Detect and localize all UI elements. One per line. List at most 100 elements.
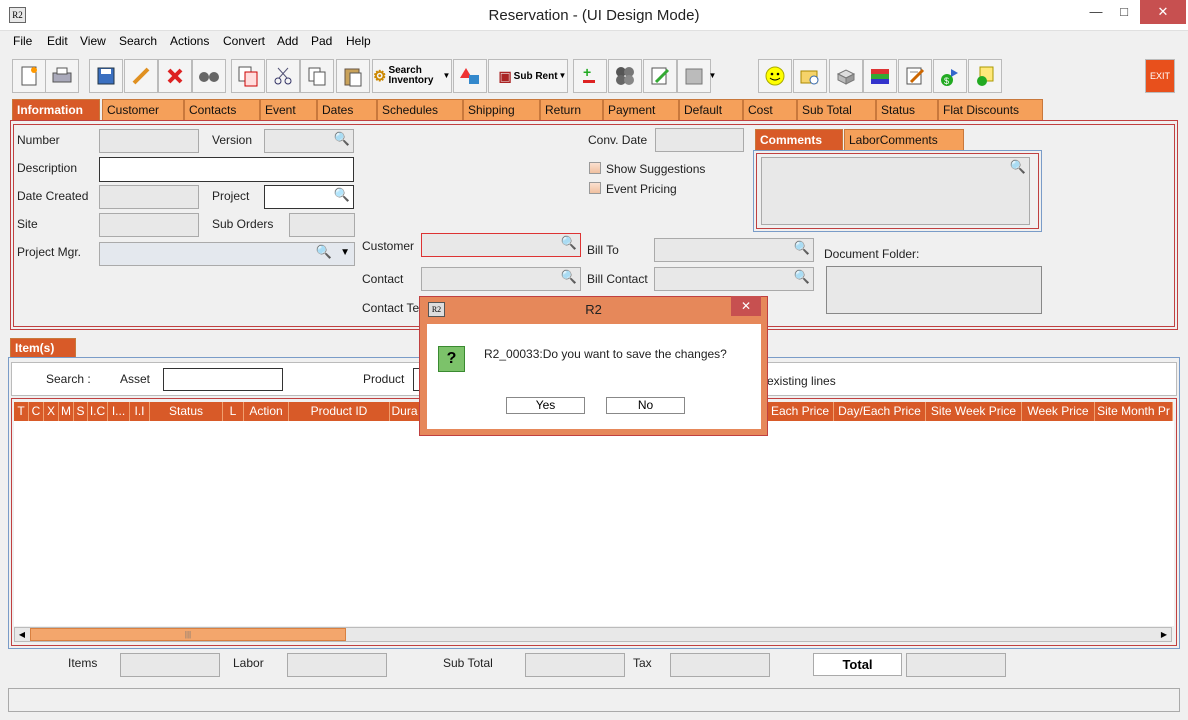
col-ii[interactable]: I.I bbox=[130, 402, 150, 421]
menu-add[interactable]: Add bbox=[277, 34, 298, 48]
event-pricing-checkbox[interactable] bbox=[589, 182, 601, 194]
close-window-button[interactable]: ✕ bbox=[1140, 0, 1186, 24]
version-field[interactable]: 🔍 bbox=[264, 129, 354, 153]
asset-input[interactable] bbox=[163, 368, 283, 391]
col-t[interactable]: T bbox=[14, 402, 29, 421]
calendar-icon[interactable] bbox=[677, 59, 711, 93]
project-search-icon[interactable]: 🔍 bbox=[334, 187, 350, 203]
show-suggestions-checkbox[interactable] bbox=[589, 162, 601, 174]
project-mgr-search-icon[interactable]: 🔍 bbox=[316, 244, 332, 260]
menu-help[interactable]: Help bbox=[346, 34, 371, 48]
money-note-icon[interactable] bbox=[968, 59, 1002, 93]
document-folder-field[interactable] bbox=[826, 266, 1042, 314]
exit-button[interactable]: EXIT bbox=[1145, 59, 1175, 93]
conv-date-field[interactable] bbox=[655, 128, 744, 152]
contact-field[interactable]: 🔍 bbox=[421, 267, 581, 291]
shapes-icon[interactable] bbox=[453, 59, 487, 93]
description-field[interactable] bbox=[99, 157, 354, 182]
menu-edit[interactable]: Edit bbox=[47, 34, 68, 48]
tab-default[interactable]: Default bbox=[679, 99, 743, 120]
tab-customer[interactable]: Customer bbox=[102, 99, 184, 120]
form-edit-icon[interactable] bbox=[898, 59, 932, 93]
col-s[interactable]: S bbox=[74, 402, 88, 421]
comments-textarea[interactable]: 🔍 bbox=[761, 157, 1030, 225]
menu-search[interactable]: Search bbox=[119, 34, 157, 48]
chevron-down-icon[interactable]: ▼ bbox=[340, 247, 350, 258]
binoculars-icon[interactable] bbox=[192, 59, 226, 93]
scroll-right-icon[interactable]: ▶ bbox=[1158, 629, 1170, 640]
tab-dates[interactable]: Dates bbox=[317, 99, 377, 120]
menu-file[interactable]: File bbox=[13, 34, 32, 48]
menu-pad[interactable]: Pad bbox=[311, 34, 332, 48]
project-mgr-select[interactable]: 🔍 ▼ bbox=[99, 242, 355, 266]
print-icon[interactable] bbox=[45, 59, 79, 93]
money-transfer-icon[interactable]: $ bbox=[933, 59, 967, 93]
tab-comments[interactable]: Comments bbox=[755, 129, 843, 150]
calendar-dropdown[interactable]: ▼ bbox=[708, 59, 717, 93]
tab-return[interactable]: Return bbox=[540, 99, 603, 120]
tab-flat-discounts[interactable]: Flat Discounts bbox=[938, 99, 1043, 120]
search-inventory-dropdown[interactable]: ▼ bbox=[442, 59, 451, 93]
col-m[interactable]: M bbox=[59, 402, 74, 421]
paste-icon[interactable] bbox=[336, 59, 370, 93]
date-created-field[interactable] bbox=[99, 185, 199, 209]
version-search-icon[interactable]: 🔍 bbox=[334, 131, 350, 147]
edit-icon[interactable] bbox=[124, 59, 158, 93]
tab-sub-total[interactable]: Sub Total bbox=[797, 99, 876, 120]
sub-rent-button[interactable]: ▣ Sub Rent bbox=[488, 59, 568, 93]
copy-convert-icon[interactable] bbox=[231, 59, 265, 93]
tab-labor-comments[interactable]: LaborComments bbox=[844, 129, 964, 150]
bill-to-search-icon[interactable]: 🔍 bbox=[794, 240, 810, 256]
col-duration[interactable]: Dura bbox=[390, 402, 420, 421]
balls-icon[interactable] bbox=[608, 59, 642, 93]
tab-cost[interactable]: Cost bbox=[743, 99, 797, 120]
col-action[interactable]: Action bbox=[244, 402, 289, 421]
col-site-month-price[interactable]: Site Month Pr bbox=[1095, 402, 1173, 421]
items-grid-body[interactable] bbox=[14, 421, 1174, 626]
col-status[interactable]: Status bbox=[150, 402, 223, 421]
menu-view[interactable]: View bbox=[80, 34, 106, 48]
tab-schedules[interactable]: Schedules bbox=[377, 99, 463, 120]
notes-icon[interactable] bbox=[643, 59, 677, 93]
tab-status[interactable]: Status bbox=[876, 99, 938, 120]
cube-icon[interactable] bbox=[829, 59, 863, 93]
spreadsheet-icon[interactable] bbox=[863, 59, 897, 93]
col-c[interactable]: C bbox=[29, 402, 44, 421]
sub-rent-dropdown[interactable]: ▼ bbox=[558, 59, 567, 93]
minimize-button[interactable]: — bbox=[1082, 0, 1110, 24]
copy-icon[interactable] bbox=[300, 59, 334, 93]
tab-items[interactable]: Item(s) bbox=[10, 338, 76, 357]
col-day-each-price[interactable]: Day/Each Price bbox=[834, 402, 926, 421]
tab-information[interactable]: Information bbox=[12, 99, 100, 120]
maximize-button[interactable]: □ bbox=[1110, 0, 1138, 24]
menu-convert[interactable]: Convert bbox=[223, 34, 265, 48]
scrollbar-thumb[interactable]: ||| bbox=[30, 628, 346, 641]
add-remove-icon[interactable]: + bbox=[573, 59, 607, 93]
contact-search-icon[interactable]: 🔍 bbox=[561, 269, 577, 285]
customer-search-icon[interactable]: 🔍 bbox=[561, 235, 577, 251]
yes-button[interactable]: Yes bbox=[506, 397, 585, 414]
col-x[interactable]: X bbox=[44, 402, 59, 421]
project-field[interactable]: 🔍 bbox=[264, 185, 354, 209]
bill-contact-search-icon[interactable]: 🔍 bbox=[794, 269, 810, 285]
menu-actions[interactable]: Actions bbox=[170, 34, 209, 48]
cut-icon[interactable] bbox=[266, 59, 300, 93]
number-field[interactable] bbox=[99, 129, 199, 153]
new-icon[interactable] bbox=[12, 59, 46, 93]
col-week-price[interactable]: Week Price bbox=[1022, 402, 1095, 421]
search-inventory-button[interactable]: ⚙ Search Inventory bbox=[372, 59, 452, 93]
delete-icon[interactable] bbox=[158, 59, 192, 93]
folder-clock-icon[interactable] bbox=[793, 59, 827, 93]
col-each-price[interactable]: Each Price bbox=[767, 402, 834, 421]
comments-search-icon[interactable]: 🔍 bbox=[1010, 159, 1026, 175]
site-field[interactable] bbox=[99, 213, 199, 237]
customer-field[interactable]: 🔍 bbox=[421, 233, 581, 257]
bill-to-field[interactable]: 🔍 bbox=[654, 238, 814, 262]
no-button[interactable]: No bbox=[606, 397, 685, 414]
smiley-icon[interactable] bbox=[758, 59, 792, 93]
sub-orders-field[interactable] bbox=[289, 213, 355, 237]
tab-contacts[interactable]: Contacts bbox=[184, 99, 260, 120]
tab-payment[interactable]: Payment bbox=[603, 99, 679, 120]
bill-contact-field[interactable]: 🔍 bbox=[654, 267, 814, 291]
tab-event[interactable]: Event bbox=[260, 99, 317, 120]
